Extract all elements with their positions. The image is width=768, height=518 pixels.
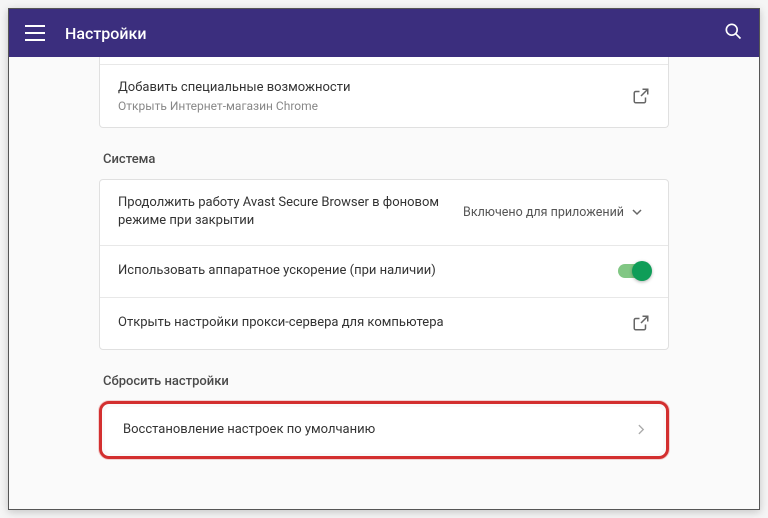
dropdown-value: Включено для приложений xyxy=(463,205,624,220)
background-mode-label: Продолжить работу Avast Secure Browser в… xyxy=(118,194,439,230)
system-section-title: Система xyxy=(103,152,669,167)
proxy-settings-label: Открыть настройки прокси-сервера для ком… xyxy=(118,314,616,332)
add-accessibility-row[interactable]: Добавить специальные возможности Открыть… xyxy=(100,65,668,127)
hw-accel-row: Использовать аппаратное ускорение (при н… xyxy=(100,245,668,297)
chevron-down-icon xyxy=(632,207,642,217)
hw-accel-toggle[interactable] xyxy=(618,264,650,278)
add-accessibility-title: Добавить специальные возможности xyxy=(118,79,616,97)
add-accessibility-subtitle: Открыть Интернет-магазин Chrome xyxy=(118,99,616,113)
external-link-icon xyxy=(632,314,650,332)
accessibility-card: Добавить специальные возможности Открыть… xyxy=(99,57,669,128)
menu-icon[interactable] xyxy=(25,25,45,41)
proxy-settings-row[interactable]: Открыть настройки прокси-сервера для ком… xyxy=(100,297,668,349)
app-header: Настройки xyxy=(9,9,759,57)
system-card: Продолжить работу Avast Secure Browser в… xyxy=(99,179,669,349)
background-mode-dropdown[interactable]: Включено для приложений xyxy=(455,199,650,226)
reset-section-title: Сбросить настройки xyxy=(103,374,669,389)
hw-accel-label: Использовать аппаратное ускорение (при н… xyxy=(118,262,602,280)
restore-defaults-label: Восстановление настроек по умолчанию xyxy=(123,421,622,439)
search-icon[interactable] xyxy=(723,21,743,45)
reset-highlight: Восстановление настроек по умолчанию xyxy=(99,401,669,459)
chevron-right-icon xyxy=(638,424,645,435)
truncated-row xyxy=(100,57,668,65)
restore-defaults-row[interactable]: Восстановление настроек по умолчанию xyxy=(105,407,663,453)
page-title: Настройки xyxy=(65,24,146,43)
settings-content: Добавить специальные возможности Открыть… xyxy=(9,57,759,509)
background-mode-row: Продолжить работу Avast Secure Browser в… xyxy=(100,180,668,244)
external-link-icon xyxy=(632,87,650,105)
